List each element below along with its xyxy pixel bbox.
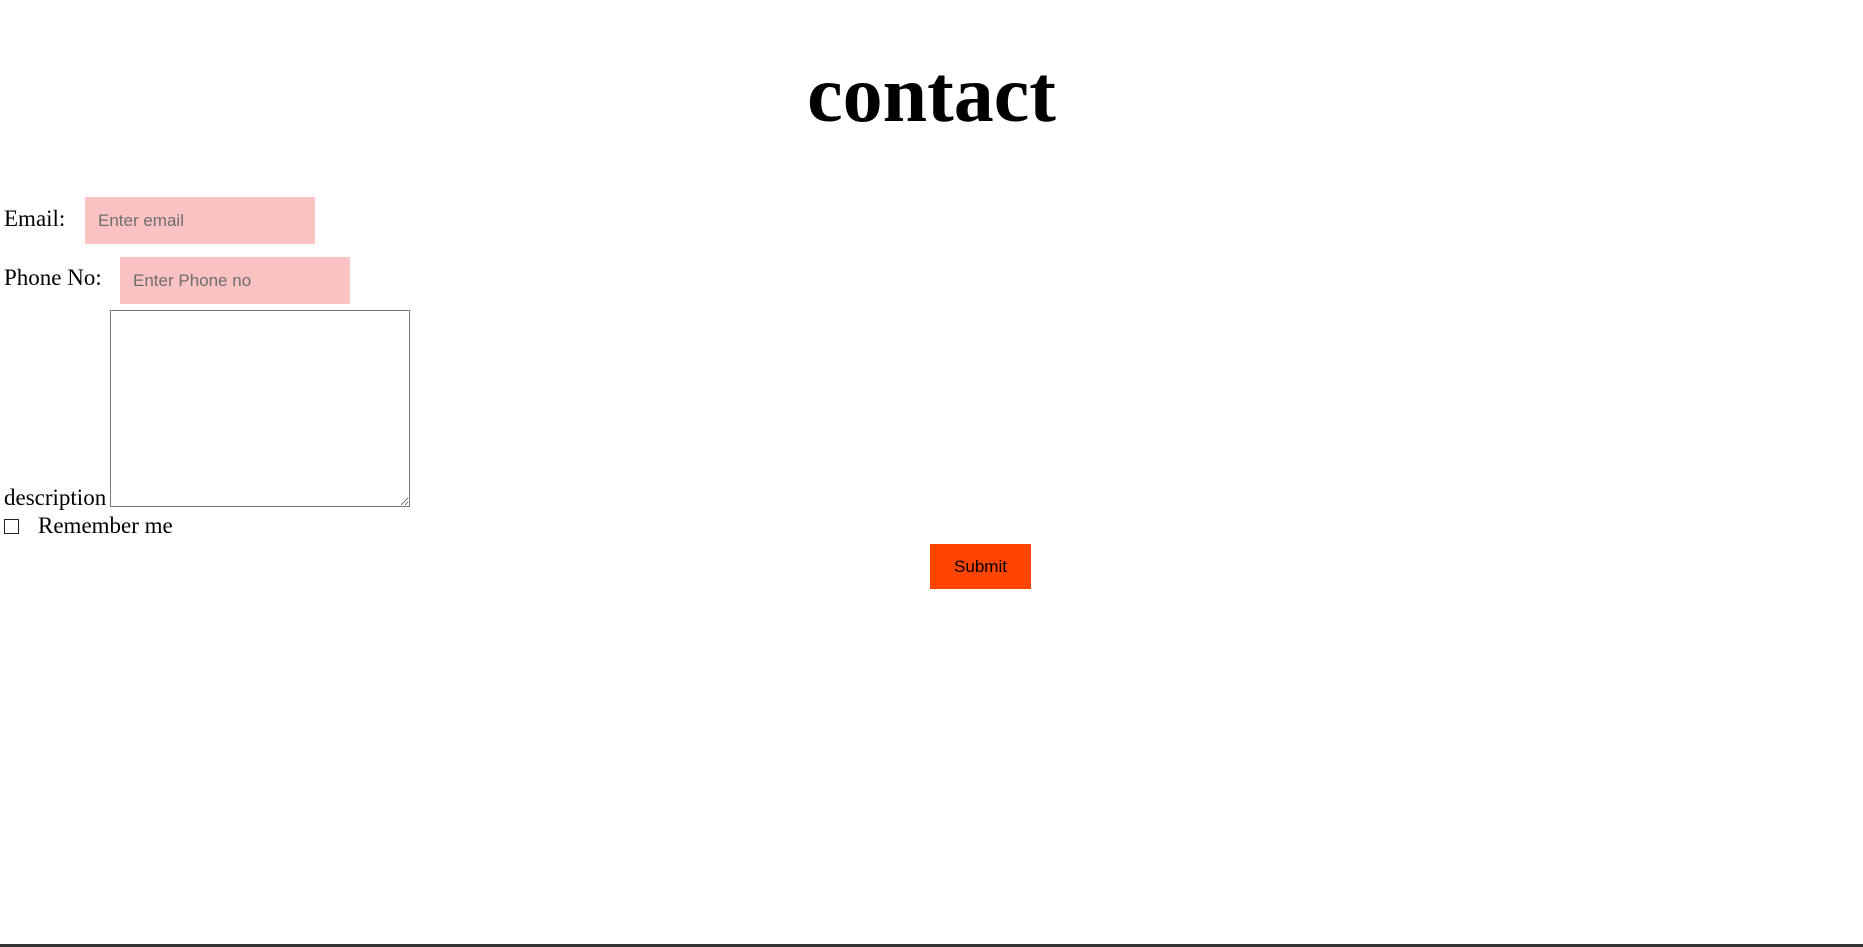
contact-page: contact Email: Phone No: description Rem…: [0, 0, 1863, 947]
phone-label: Phone No:: [4, 265, 102, 290]
description-textarea[interactable]: [110, 310, 410, 507]
submit-button[interactable]: Submit: [930, 544, 1031, 589]
description-label: description: [4, 485, 107, 510]
email-input[interactable]: [85, 197, 315, 244]
email-label: Email:: [4, 206, 66, 231]
remember-me-label: Remember me: [38, 513, 173, 538]
phone-input[interactable]: [120, 257, 350, 304]
page-title: contact: [807, 51, 1056, 139]
remember-me-checkbox[interactable]: [4, 519, 19, 534]
